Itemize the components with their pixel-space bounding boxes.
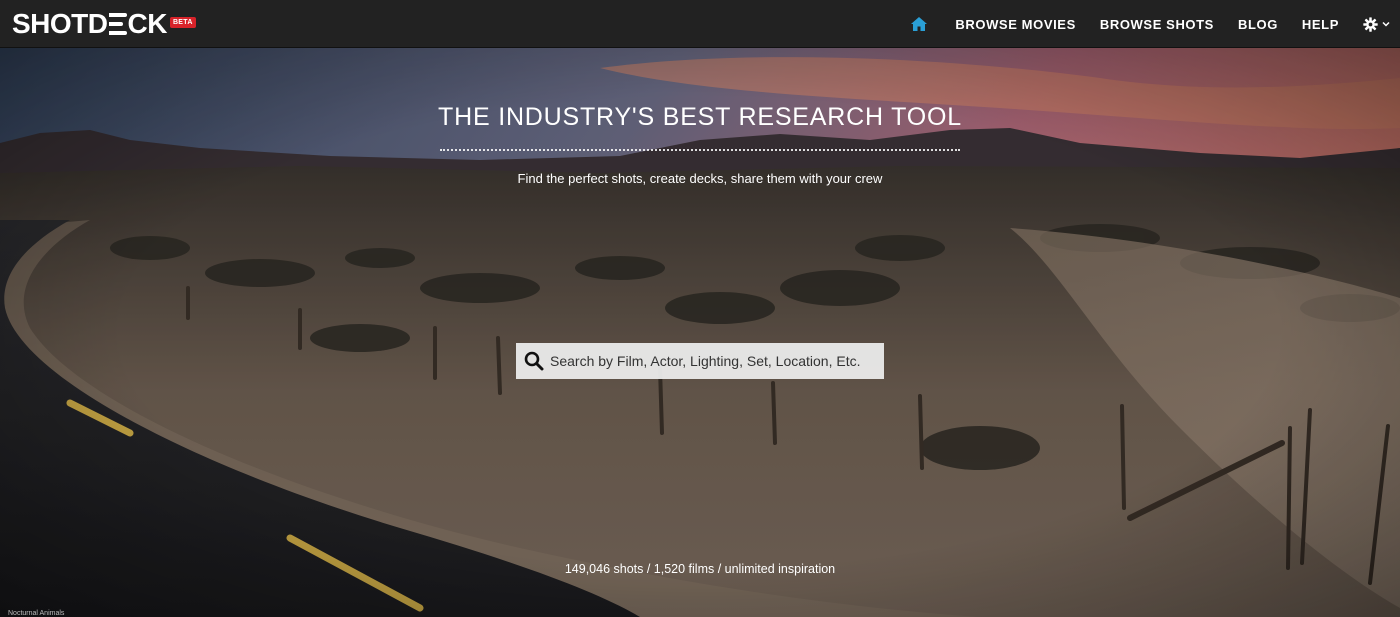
search-input[interactable] [550,353,870,369]
gear-icon [1363,16,1378,32]
settings-menu[interactable] [1363,16,1390,32]
hero-subtitle: Find the perfect shots, create decks, sh… [517,171,883,186]
nav-help[interactable]: HELP [1302,17,1339,32]
logo-text-left: SHOTD [12,8,108,39]
home-icon[interactable] [911,17,928,31]
main-nav: BROWSE MOVIES BROWSE SHOTS BLOG HELP [911,0,1390,48]
beta-badge: BETA [169,17,196,28]
hero-background-image [0,48,1400,617]
hero-divider [440,149,960,151]
shotdeck-logo[interactable]: SHOTD CK BETA [12,9,196,39]
hero-section: THE INDUSTRY'S BEST RESEARCH TOOL Find t… [0,48,1400,617]
logo-text-right: CK [127,8,168,39]
search-icon[interactable] [524,351,544,371]
top-navbar: SHOTD CK BETA BROWSE MOVIES BROWSE SHOTS… [0,0,1400,48]
nav-blog[interactable]: BLOG [1238,17,1278,32]
logo-e-mark [108,13,127,35]
nav-browse-movies[interactable]: BROWSE MOVIES [955,17,1075,32]
site-stats: 149,046 shots / 1,520 films / unlimited … [564,562,836,576]
search-bar[interactable] [516,343,884,379]
nav-browse-shots[interactable]: BROWSE SHOTS [1100,17,1214,32]
image-credit[interactable]: Nocturnal Animals [8,610,64,617]
hero-title: THE INDUSTRY'S BEST RESEARCH TOOL [438,103,962,131]
caret-down-icon [1382,21,1390,27]
